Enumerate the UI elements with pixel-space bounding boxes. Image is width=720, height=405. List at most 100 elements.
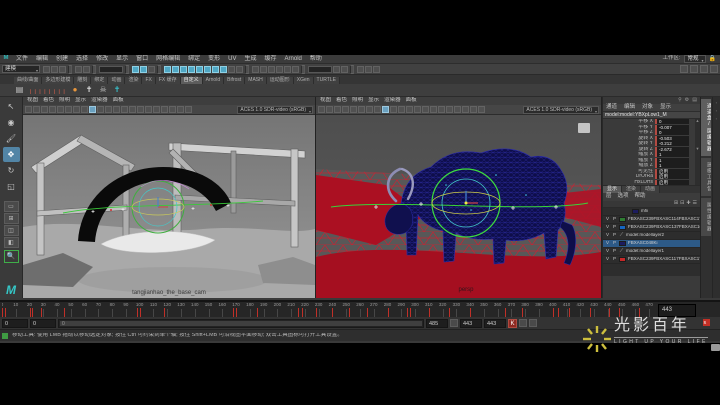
shelf-item-icon[interactable]: ▤	[14, 85, 25, 96]
status-icon[interactable]	[125, 64, 129, 74]
playback-options-icon[interactable]	[519, 319, 527, 327]
toolbox-tool[interactable]: ↻	[3, 163, 20, 178]
layer-color-swatch[interactable]	[619, 257, 626, 262]
viewport-toolbar-icon[interactable]	[57, 106, 64, 113]
attribute-editor-icon[interactable]	[699, 65, 708, 73]
layer-row[interactable]: V P FBXASC048Ki	[603, 240, 700, 248]
layer-name[interactable]: FBXASC239FBXASC117FBXASC176FBXASC239FBXS	[627, 257, 700, 262]
time-slider[interactable]: 0102030405060708090100110120130140150160…	[0, 300, 720, 317]
viewport-toolbar-icon[interactable]	[342, 106, 349, 113]
layer-row[interactable]: V P ⟋ model:modellayer2	[603, 232, 700, 240]
toolbox-tool[interactable]: ✥	[2, 147, 20, 162]
status-icon[interactable]	[203, 65, 211, 73]
layer-visibility-toggle[interactable]: V	[604, 233, 611, 238]
menu-item[interactable]: 文件	[12, 56, 32, 62]
status-icon[interactable]	[92, 64, 96, 74]
viewport-toolbar-icon[interactable]	[81, 106, 88, 113]
sidebar-toggle-icon[interactable]	[679, 65, 688, 73]
layer-color-swatch[interactable]	[619, 225, 626, 230]
shelf-item-icon[interactable]: ╷╷╷╷╷╷╷╷	[28, 85, 67, 96]
layer-editor-menu-item[interactable]: 帮助	[632, 194, 649, 200]
layer-name[interactable]: model:modellayer2	[625, 233, 664, 238]
playback-start-field[interactable]: 0	[30, 318, 56, 328]
status-icon[interactable]	[307, 65, 332, 73]
layer-visibility-toggle[interactable]: V	[604, 257, 611, 262]
zoom-tool-button[interactable]: 🔍	[3, 250, 19, 263]
channel-value-field[interactable]: 1	[655, 152, 689, 158]
layer-visibility-toggle[interactable]: V	[604, 225, 611, 230]
viewport-toolbar-icon[interactable]	[470, 106, 477, 113]
layer-playback-toggle[interactable]: P	[611, 233, 618, 238]
viewport-toolbar-icon[interactable]	[33, 106, 40, 113]
channel-box-menu-item[interactable]: 通道	[603, 104, 620, 111]
status-icon[interactable]	[195, 65, 203, 73]
channel-value-field[interactable]: -2.672	[655, 146, 689, 152]
viewport-toolbar-icon[interactable]	[113, 106, 120, 113]
shelf-tab[interactable]: 绑定	[91, 77, 109, 84]
shelf-tab[interactable]: 多边形建模	[42, 77, 75, 84]
layer-visibility-toggle[interactable]: V	[604, 241, 611, 246]
shelf-tab[interactable]: Arnold	[202, 77, 225, 84]
playback-speed-icon[interactable]	[529, 319, 537, 327]
status-icon[interactable]	[98, 65, 123, 73]
scene-persp-view[interactable]: persp	[316, 115, 601, 298]
shelf-item-icon[interactable]: ☠	[98, 85, 109, 96]
channel-scrollbar[interactable]: ▲ ▼	[695, 119, 700, 185]
layer-color-swatch[interactable]	[632, 209, 639, 214]
status-icon[interactable]	[219, 65, 227, 73]
status-icon[interactable]	[332, 65, 340, 73]
channel-box-menu-item[interactable]: 显示	[657, 104, 674, 111]
layer-playback-toggle[interactable]: P	[611, 217, 618, 222]
viewport-menu-item[interactable]: 面板	[404, 98, 419, 104]
auto-keyframe-toggle[interactable]: K	[508, 318, 517, 328]
layer-editor-tab[interactable]: 渲染	[622, 186, 642, 193]
sidebar-vertical-tab[interactable]: 属性编辑器	[701, 198, 711, 236]
layer-row[interactable]: V P FBXASC239FBXASC114FBXASC178FBXASC239…	[603, 216, 700, 224]
channel-box-menu-item[interactable]: 对象	[639, 104, 656, 111]
layout-button[interactable]: ▭	[3, 201, 19, 212]
viewport-toolbar-icon[interactable]	[414, 106, 421, 113]
strip-icon[interactable]: ▫	[716, 117, 717, 121]
layer-row[interactable]: mhi	[603, 208, 700, 216]
layer-editor-menu-item[interactable]: 层	[603, 194, 615, 200]
shelf-tab[interactable]: 自定义	[180, 77, 203, 84]
viewport-left-canvas[interactable]: tangjianhao_the_base_cam	[23, 115, 315, 298]
viewport-toolbar-icon[interactable]	[105, 106, 112, 113]
viewport-toolbar-icon[interactable]	[390, 106, 397, 113]
viewport-toolbar-icon[interactable]	[374, 106, 381, 113]
shelf-tab[interactable]: 运动图形	[266, 77, 294, 84]
channel-value-field[interactable]: 启用	[655, 168, 689, 174]
anim-start-field[interactable]: 0	[2, 318, 28, 328]
inview-editor-icon[interactable]	[578, 123, 590, 133]
viewport-toolbar-icon[interactable]	[137, 106, 144, 113]
menu-item[interactable]: 缓存	[261, 56, 281, 62]
status-icon[interactable]	[50, 65, 58, 73]
panel-header-icon[interactable]: ⚙	[685, 98, 689, 104]
viewport-toolbar-icon[interactable]	[382, 106, 389, 113]
status-icon[interactable]	[211, 65, 219, 73]
viewport-toolbar-icon[interactable]	[366, 106, 373, 113]
menu-item[interactable]: 帮助	[306, 56, 326, 62]
viewport-toolbar-icon[interactable]	[326, 106, 333, 113]
toolbox-tool[interactable]: ◉	[3, 115, 20, 130]
strip-icon[interactable]: ▫	[716, 109, 717, 113]
status-icon[interactable]	[372, 65, 380, 73]
viewport-menu-item[interactable]: 着色	[41, 98, 56, 104]
playback-end-field[interactable]: 485	[426, 318, 448, 328]
menu-item[interactable]: 网格编辑	[152, 56, 184, 62]
layer-color-swatch[interactable]	[619, 241, 626, 246]
layer-playback-toggle[interactable]: P	[611, 249, 618, 254]
viewport-toolbar-icon[interactable]	[25, 106, 32, 113]
scene-camera-view[interactable]: tangjianhao_the_base_cam	[23, 115, 315, 298]
menu-set-selector[interactable]: 建模	[2, 65, 40, 74]
channel-box-icon[interactable]	[709, 65, 718, 73]
layout-button[interactable]: ⊞	[3, 213, 19, 224]
shelf-tab[interactable]: 渲染	[125, 77, 143, 84]
channel-value-field[interactable]: -0.503	[655, 135, 689, 141]
status-icon[interactable]	[171, 65, 179, 73]
status-icon[interactable]	[68, 64, 72, 74]
viewport-toolbar-icon[interactable]	[358, 106, 365, 113]
layer-row[interactable]: V P ⟋ model:modellayer1	[603, 248, 700, 256]
sidebar-vertical-tab[interactable]: 建模工具包	[701, 158, 711, 196]
layer-visibility-toggle[interactable]: V	[604, 217, 611, 222]
